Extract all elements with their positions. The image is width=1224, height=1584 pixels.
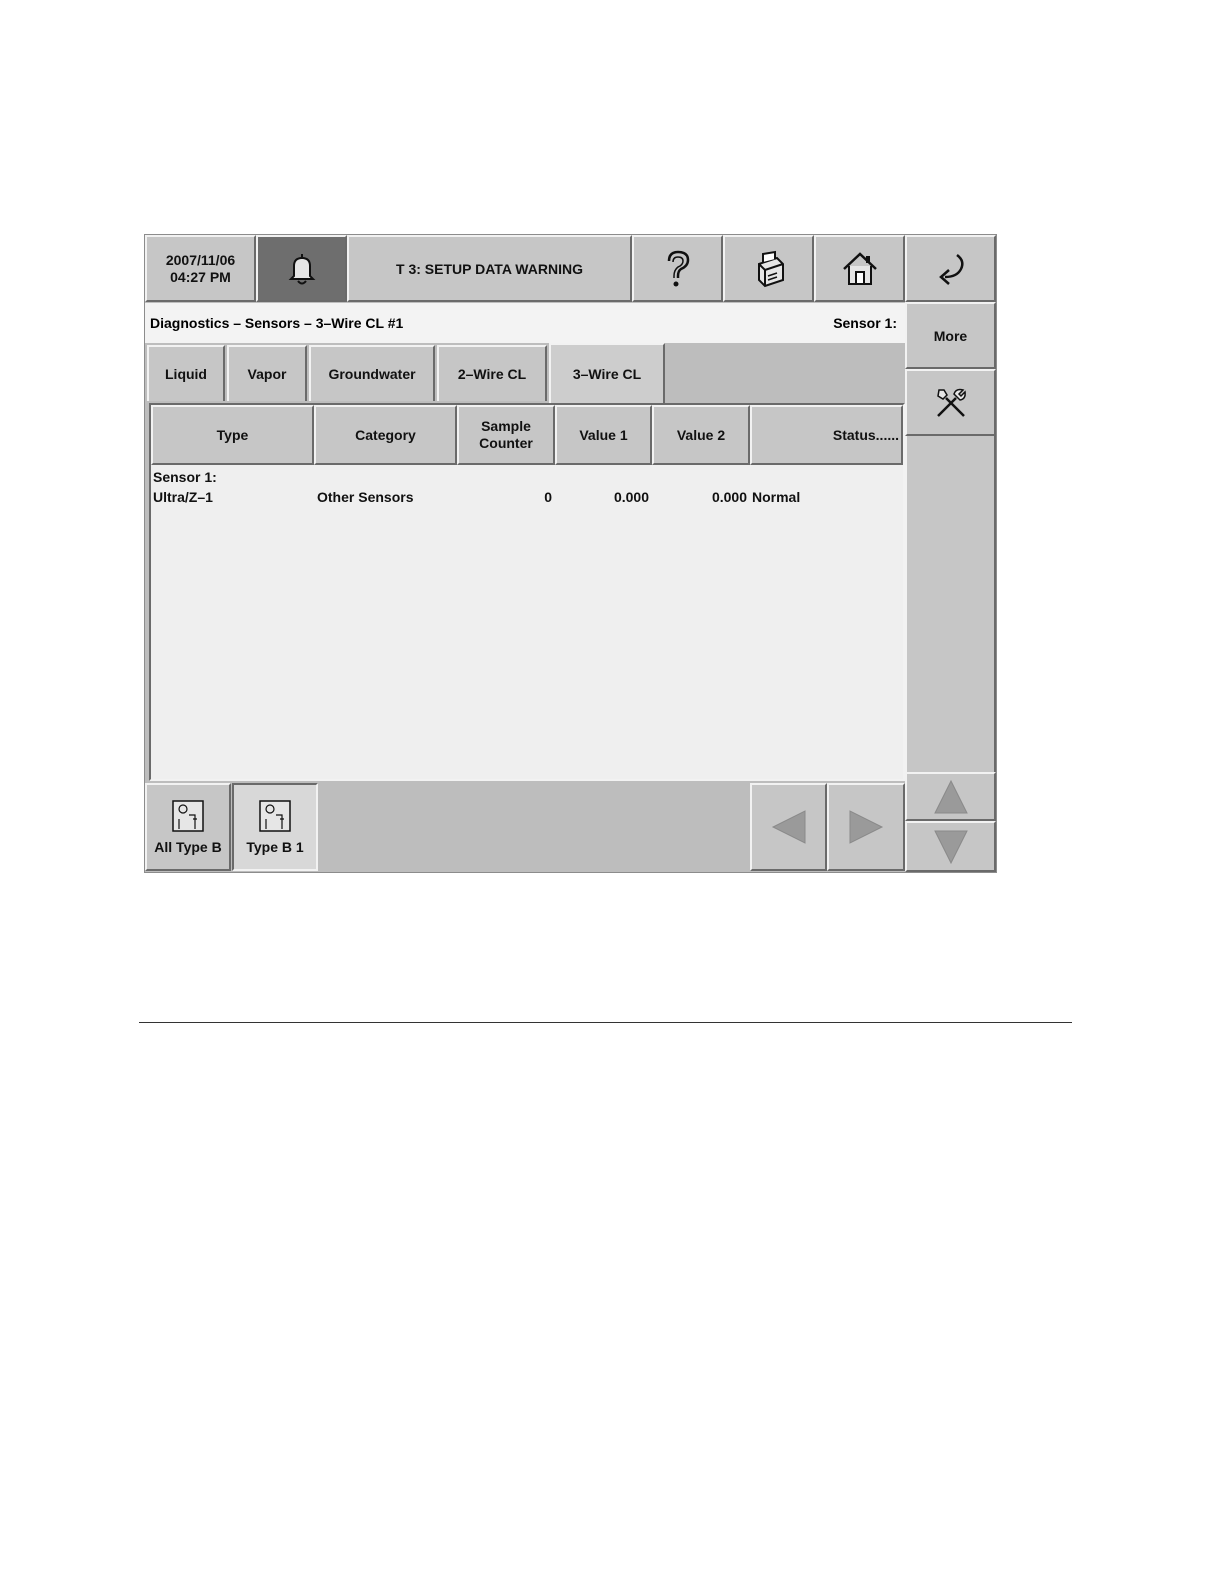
- cell-value2: 0.000: [711, 489, 747, 505]
- group-label: Sensor 1:: [153, 469, 217, 485]
- touchscreen-panel: 2007/11/06 04:27 PM T 3: SETUP DATA WARN…: [144, 234, 997, 873]
- column-header-label: Status......: [832, 426, 899, 443]
- tab-label: 3–Wire CL: [572, 366, 642, 382]
- cell-type: Ultra/Z–1: [153, 489, 213, 505]
- type-b-1-button[interactable]: Type B 1: [232, 783, 318, 871]
- column-header-category[interactable]: Category: [314, 405, 457, 465]
- column-header-value2[interactable]: Value 2: [652, 405, 750, 465]
- tab-label: Groundwater: [328, 366, 416, 382]
- date-text: 2007/11/06: [165, 251, 236, 268]
- column-header-label: Value 1: [579, 426, 628, 443]
- printer-icon: [757, 250, 784, 287]
- cell-category: Other Sensors: [317, 489, 414, 505]
- scroll-up-button[interactable]: [905, 772, 996, 821]
- alarm-message-text: T 3: SETUP DATA WARNING: [396, 260, 583, 277]
- date-time-display: 2007/11/06 04:27 PM: [145, 235, 256, 302]
- alarm-bell-button[interactable]: [256, 235, 347, 302]
- status-bar: Diagnostics – Sensors – 3–Wire CL #1 Sen…: [145, 303, 905, 343]
- sensor-table: Type Category Sample Counter Value 1 Val…: [149, 403, 905, 781]
- all-type-b-label: All Type B: [154, 839, 222, 855]
- side-panel-filler: [905, 436, 996, 772]
- back-icon: [938, 253, 964, 285]
- column-header-label: Sample Counter: [479, 418, 533, 451]
- home-icon: [842, 251, 877, 285]
- panel-icon: [172, 800, 204, 832]
- tab-label: 2–Wire CL: [457, 366, 527, 382]
- scroll-down-button[interactable]: [905, 821, 996, 872]
- previous-button[interactable]: [750, 783, 827, 871]
- arrow-up-icon: [933, 779, 968, 813]
- cell-value1: 0.000: [613, 489, 649, 505]
- tab-vapor[interactable]: Vapor: [227, 345, 307, 401]
- cell-status: Normal: [752, 489, 801, 505]
- next-button[interactable]: [827, 783, 905, 871]
- home-button[interactable]: [814, 235, 905, 302]
- tab-groundwater[interactable]: Groundwater: [309, 345, 435, 401]
- page-divider: [139, 1022, 1072, 1023]
- arrow-down-icon: [933, 830, 968, 864]
- column-header-value1[interactable]: Value 1: [555, 405, 652, 465]
- arrow-right-icon: [849, 810, 884, 844]
- cell-sample-counter: 0: [544, 489, 552, 505]
- tab-label: Vapor: [247, 366, 287, 382]
- tab-3-wire-cl[interactable]: 3–Wire CL: [549, 343, 665, 403]
- type-b-1-label: Type B 1: [246, 839, 304, 855]
- column-header-label: Type: [216, 426, 249, 443]
- help-icon: [667, 250, 689, 286]
- more-button[interactable]: More: [905, 302, 996, 369]
- tab-2-wire-cl[interactable]: 2–Wire CL: [437, 345, 547, 401]
- back-button[interactable]: [905, 235, 996, 302]
- column-header-label: Value 2: [676, 426, 726, 443]
- tab-label: Liquid: [165, 366, 207, 382]
- tab-liquid[interactable]: Liquid: [147, 345, 225, 401]
- arrow-left-icon: [771, 810, 805, 844]
- column-header-status[interactable]: Status......: [750, 405, 903, 465]
- tools-button[interactable]: [905, 369, 996, 436]
- panel-icon: [259, 800, 291, 832]
- column-header-type[interactable]: Type: [151, 405, 314, 465]
- breadcrumb: Diagnostics – Sensors – 3–Wire CL #1: [150, 315, 404, 331]
- column-header-sample-counter[interactable]: Sample Counter: [457, 405, 555, 465]
- alarm-message-bar[interactable]: T 3: SETUP DATA WARNING: [347, 235, 632, 302]
- tools-icon: [936, 388, 966, 417]
- print-button[interactable]: [723, 235, 814, 302]
- more-label: More: [933, 327, 968, 344]
- bell-icon: [288, 253, 315, 284]
- sensor-label: Sensor 1:: [833, 315, 897, 331]
- help-button[interactable]: [632, 235, 723, 302]
- all-type-b-button[interactable]: All Type B: [145, 783, 231, 871]
- time-text: 04:27 PM: [170, 268, 231, 285]
- column-header-label: Category: [355, 426, 416, 443]
